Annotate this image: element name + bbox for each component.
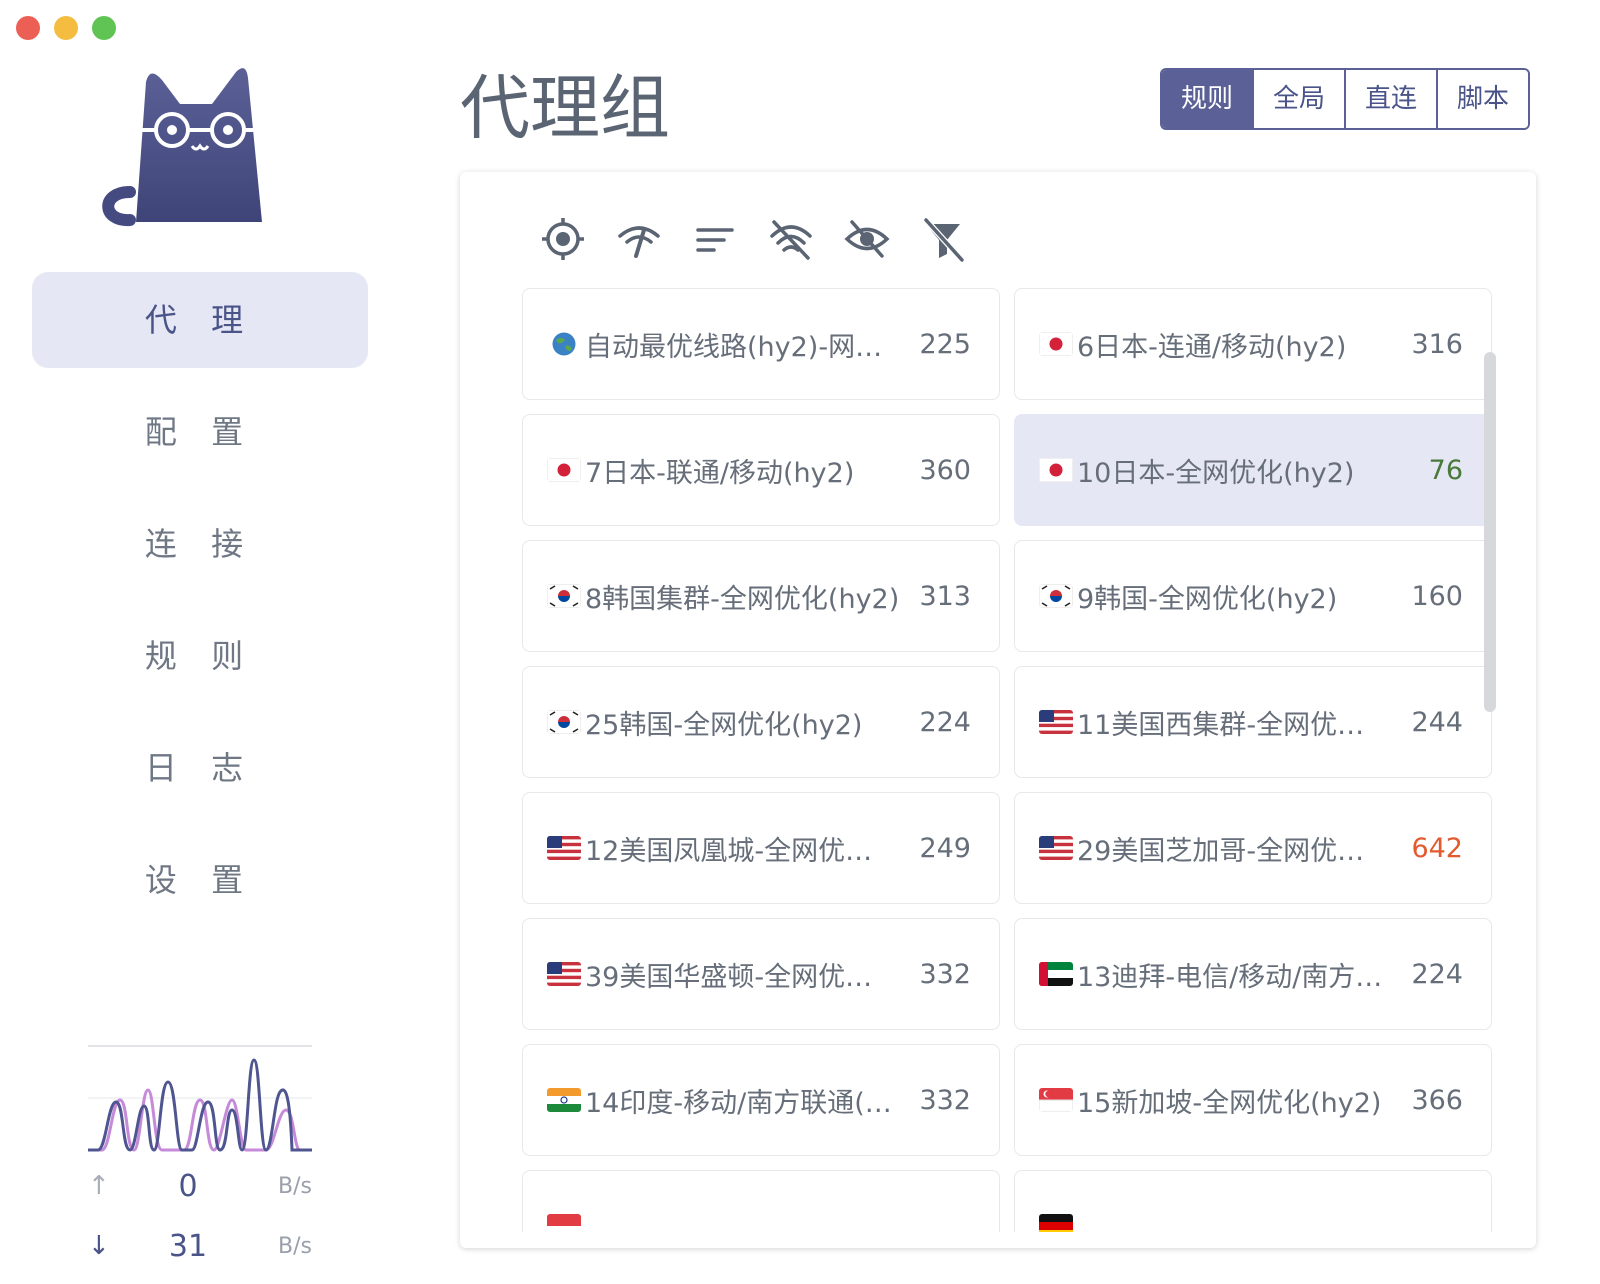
singapore-flag-icon [1039,1088,1073,1112]
proxy-delay: 642 [1411,832,1463,864]
usa-flag-icon [547,962,581,986]
proxy-name: 13迪拜-电信/移动/南方… [1077,961,1383,993]
proxy-item[interactable]: 8韩国集群-全网优化(hy2) 313 [522,540,1000,652]
proxy-name: 14印度-移动/南方联通(… [585,1087,892,1119]
proxy-item[interactable]: 12美国凤凰城-全网优… 249 [522,792,1000,904]
page-title: 代理组 [460,67,670,149]
usa-flag-icon [1039,710,1073,734]
nav-item-connections[interactable]: 连 接 [32,496,368,592]
proxy-name: 自动最优线路(hy2)-网… [585,331,883,363]
proxy-delay: 313 [919,580,971,612]
proxy-delay: 244 [1411,706,1463,738]
proxy-delay: 225 [919,328,971,360]
proxy-item[interactable]: 6日本-连通/移动(hy2) 316 [1014,288,1492,400]
proxy-delay: 366 [1411,1084,1463,1116]
proxy-name: 39美国华盛顿-全网优… [585,961,873,993]
india-flag-icon [547,1088,581,1112]
proxy-toolbar [540,216,966,262]
proxy-item[interactable]: 15新加坡-全网优化(hy2) 366 [1014,1044,1492,1156]
mode-switch: 规则 全局 直连 脚本 [1160,68,1530,130]
upload-speed: ↑ 0 B/s [88,1166,312,1206]
hide-unavailable-icon[interactable] [768,216,814,262]
proxy-delay: 249 [919,832,971,864]
hide-icon[interactable] [844,216,890,262]
singapore-flag-icon [547,1214,581,1232]
proxy-delay: 332 [919,1084,971,1116]
proxy-item[interactable]: 9韩国-全网优化(hy2) 160 [1014,540,1492,652]
proxy-name: 9韩国-全网优化(hy2) [1077,583,1338,615]
proxy-item[interactable]: 14印度-移动/南方联通(… 332 [522,1044,1000,1156]
proxy-item[interactable] [522,1170,1000,1232]
proxy-name: 10日本-全网优化(hy2) [1077,457,1355,489]
korea-flag-icon [547,710,581,734]
proxy-item[interactable]: 13迪拜-电信/移动/南方… 224 [1014,918,1492,1030]
download-speed: ↓ 31 B/s [88,1226,312,1266]
proxy-item[interactable] [1014,1170,1492,1232]
proxy-name: 7日本-联通/移动(hy2) [585,457,855,489]
proxy-item[interactable]: 7日本-联通/移动(hy2) 360 [522,414,1000,526]
proxy-name: 6日本-连通/移动(hy2) [1077,331,1347,363]
globe-icon [552,332,576,356]
usa-flag-icon [1039,836,1073,860]
proxy-delay: 160 [1411,580,1463,612]
japan-flag-icon [1039,458,1073,482]
proxy-delay: 224 [919,706,971,738]
proxy-name: 12美国凤凰城-全网优… [585,835,873,867]
usa-flag-icon [547,836,581,860]
mode-script-button[interactable]: 脚本 [1436,70,1528,128]
sidebar: 代 理 配 置 连 接 规 则 日 志 设 置 ↑ 0 B/s ↓ 31 B/s [0,0,400,1284]
filter-off-icon[interactable] [920,216,966,262]
japan-flag-icon [547,458,581,482]
proxy-delay: 76 [1428,454,1463,486]
proxy-list: 自动最优线路(hy2)-网… 225 6日本-连通/移动(hy2) 316 7日… [522,288,1502,1232]
proxy-name: 8韩国集群-全网优化(hy2) [585,583,900,615]
proxy-item[interactable]: 39美国华盛顿-全网优… 332 [522,918,1000,1030]
proxy-item[interactable]: 25韩国-全网优化(hy2) 224 [522,666,1000,778]
uae-flag-icon [1039,962,1073,986]
mode-rule-button[interactable]: 规则 [1162,70,1252,128]
cat-logo-icon [102,68,262,227]
korea-flag-icon [1039,584,1073,608]
proxy-name: 11美国西集群-全网优… [1077,709,1365,741]
proxy-list-scrollbar[interactable] [1484,352,1496,712]
proxy-name: 25韩国-全网优化(hy2) [585,709,863,741]
upload-speed-value: 0 [178,1168,198,1204]
japan-flag-icon [1039,332,1073,356]
download-speed-unit: B/s [278,1233,312,1259]
proxy-delay: 316 [1411,328,1463,360]
proxy-delay: 224 [1411,958,1463,990]
download-arrow-icon: ↓ [88,1231,110,1261]
traffic-graph [88,1045,312,1152]
proxy-group-card: 自动最优线路(hy2)-网… 225 6日本-连通/移动(hy2) 316 7日… [460,172,1536,1248]
germany-flag-icon [1039,1214,1073,1232]
mode-global-button[interactable]: 全局 [1252,70,1344,128]
proxy-name: 29美国芝加哥-全网优… [1077,835,1365,867]
nav-item-rules[interactable]: 规 则 [32,608,368,704]
download-speed-value: 31 [168,1228,208,1264]
proxy-item[interactable]: 29美国芝加哥-全网优… 642 [1014,792,1492,904]
proxy-item[interactable]: 自动最优线路(hy2)-网… 225 [522,288,1000,400]
nav-item-profiles[interactable]: 配 置 [32,384,368,480]
nav-item-proxies[interactable]: 代 理 [32,272,368,368]
proxy-delay: 360 [919,454,971,486]
korea-flag-icon [547,584,581,608]
main-nav: 代 理 配 置 连 接 规 则 日 志 设 置 [32,272,368,944]
upload-arrow-icon: ↑ [88,1171,110,1201]
proxy-item[interactable]: 11美国西集群-全网优… 244 [1014,666,1492,778]
proxy-delay: 332 [919,958,971,990]
proxy-item-selected[interactable]: 10日本-全网优化(hy2) 76 [1014,414,1492,526]
nav-item-settings[interactable]: 设 置 [32,832,368,928]
sort-icon[interactable] [692,216,738,262]
upload-speed-unit: B/s [278,1173,312,1199]
nav-item-logs[interactable]: 日 志 [32,720,368,816]
proxy-name: 15新加坡-全网优化(hy2) [1077,1087,1382,1119]
locate-icon[interactable] [540,216,586,262]
mode-direct-button[interactable]: 直连 [1344,70,1436,128]
speed-test-icon[interactable] [616,216,662,262]
